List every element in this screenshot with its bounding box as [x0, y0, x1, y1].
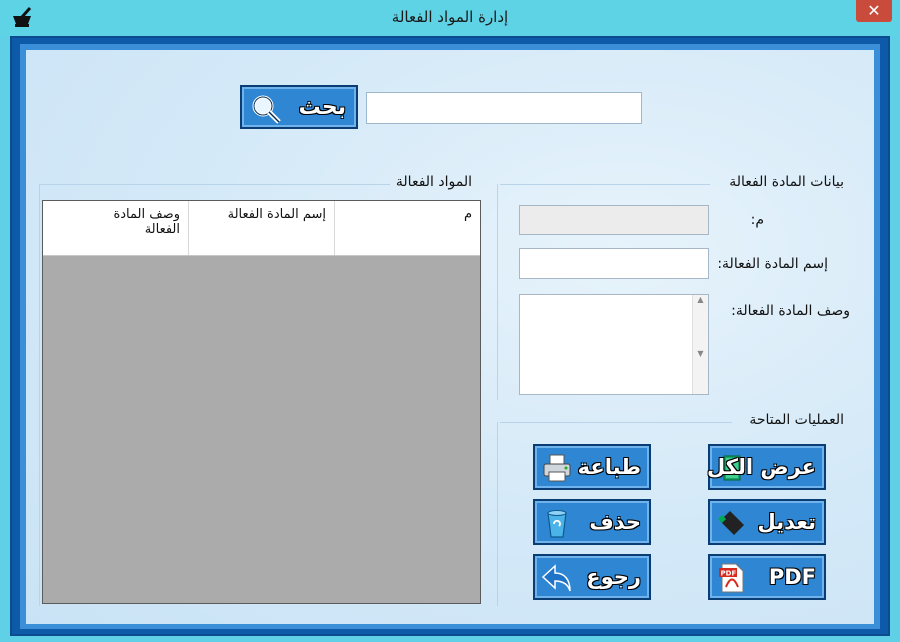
search-button-label: بحث — [298, 95, 346, 120]
close-icon: ✕ — [867, 1, 881, 20]
details-group-divider — [500, 184, 710, 185]
id-label: م: — [750, 212, 764, 228]
printer-icon — [543, 454, 571, 482]
list-group-title: المواد الفعالة — [395, 174, 472, 190]
operations-group-divider — [500, 422, 732, 423]
window-title: إدارة المواد الفعالة — [391, 8, 509, 26]
column-header-number[interactable]: م — [334, 201, 480, 255]
print-button[interactable]: طباعة — [533, 444, 651, 490]
details-group-border — [497, 184, 498, 400]
back-arrow-icon — [541, 564, 571, 592]
pdf-button[interactable]: PDF PDF — [708, 554, 826, 600]
show-all-label: عرض الكل — [706, 455, 816, 479]
recycle-bin-icon — [547, 510, 567, 538]
title-bar: إدارة المواد الفعالة ✕ — [0, 0, 900, 36]
details-group-title: بيانات المادة الفعالة — [729, 174, 844, 190]
search-button[interactable]: بحث — [240, 85, 358, 129]
search-input[interactable] — [366, 92, 642, 124]
description-scrollbar[interactable]: ▲ ▼ — [692, 295, 708, 394]
name-field[interactable] — [519, 248, 709, 279]
delete-button[interactable]: حذف — [533, 499, 651, 545]
description-label: وصف المادة الفعالة: — [731, 303, 850, 319]
back-label: رجوع — [586, 565, 641, 589]
show-all-button[interactable]: عرض الكل — [706, 444, 826, 490]
marker-icon — [718, 511, 744, 535]
pdf-label: PDF — [768, 565, 816, 589]
column-header-description[interactable]: وصف المادة الفعالة — [43, 201, 188, 255]
operations-group-border — [497, 422, 498, 606]
edit-label: تعديل — [757, 510, 817, 534]
operations-group-title: العمليات المتاحة — [749, 412, 844, 428]
svg-text:PDF: PDF — [721, 570, 737, 578]
list-group-border — [39, 184, 40, 606]
column-header-name[interactable]: إسم المادة الفعالة — [188, 201, 334, 255]
id-field — [519, 205, 709, 235]
pdf-file-icon: PDF — [719, 563, 744, 593]
magnifier-icon — [252, 95, 281, 124]
back-button[interactable]: رجوع — [533, 554, 651, 600]
print-label: طباعة — [577, 455, 641, 479]
description-field[interactable]: ▲ ▼ — [519, 294, 709, 395]
close-button[interactable]: ✕ — [856, 0, 892, 22]
name-label: إسم المادة الفعالة: — [717, 256, 828, 272]
ingredients-grid[interactable]: م إسم المادة الفعالة وصف المادة الفعالة — [42, 200, 481, 604]
edit-button[interactable]: تعديل — [708, 499, 826, 545]
delete-label: حذف — [589, 510, 641, 534]
grid-header: م إسم المادة الفعالة وصف المادة الفعالة — [43, 201, 480, 256]
list-group-divider — [40, 184, 390, 185]
